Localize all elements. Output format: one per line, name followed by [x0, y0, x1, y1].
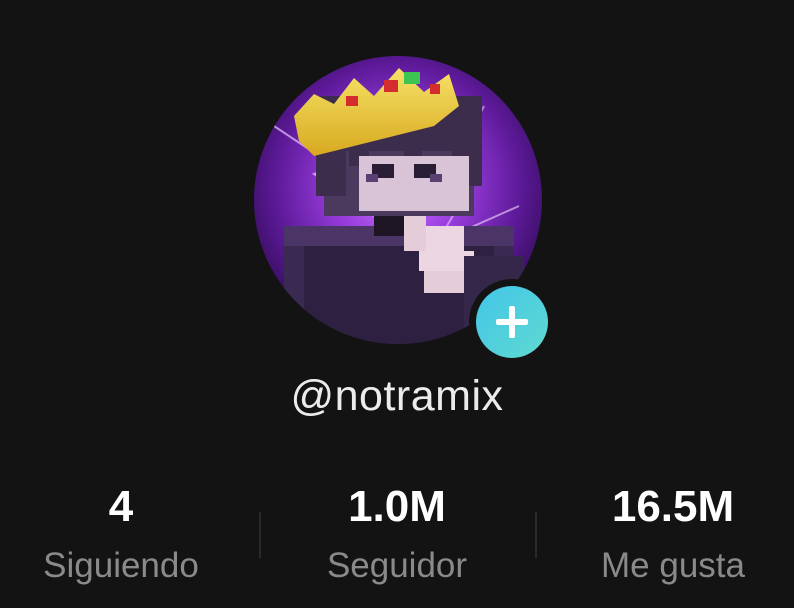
- stats-row: 4 Siguiendo 1.0M Seguidor 16.5M Me gusta: [0, 478, 794, 588]
- divider: [535, 512, 537, 558]
- stat-following[interactable]: 4 Siguiendo: [0, 478, 246, 590]
- stat-likes: 16.5M Me gusta: [548, 478, 794, 590]
- likes-label: Me gusta: [601, 546, 745, 585]
- likes-count: 16.5M: [611, 482, 735, 531]
- follow-button[interactable]: [469, 279, 555, 365]
- follow-button-circle: [476, 286, 548, 358]
- followers-label: Seguidor: [326, 546, 468, 585]
- plus-icon: [496, 306, 528, 338]
- followers-count: 1.0M: [348, 482, 446, 531]
- following-label: Siguiendo: [43, 546, 199, 585]
- profile-header: @notramix 4 Siguiendo 1.0M Seguidor 16.5…: [0, 0, 794, 608]
- username: @notramix: [290, 372, 504, 420]
- divider: [259, 512, 261, 558]
- following-count: 4: [108, 482, 134, 531]
- stat-followers[interactable]: 1.0M Seguidor: [272, 478, 522, 590]
